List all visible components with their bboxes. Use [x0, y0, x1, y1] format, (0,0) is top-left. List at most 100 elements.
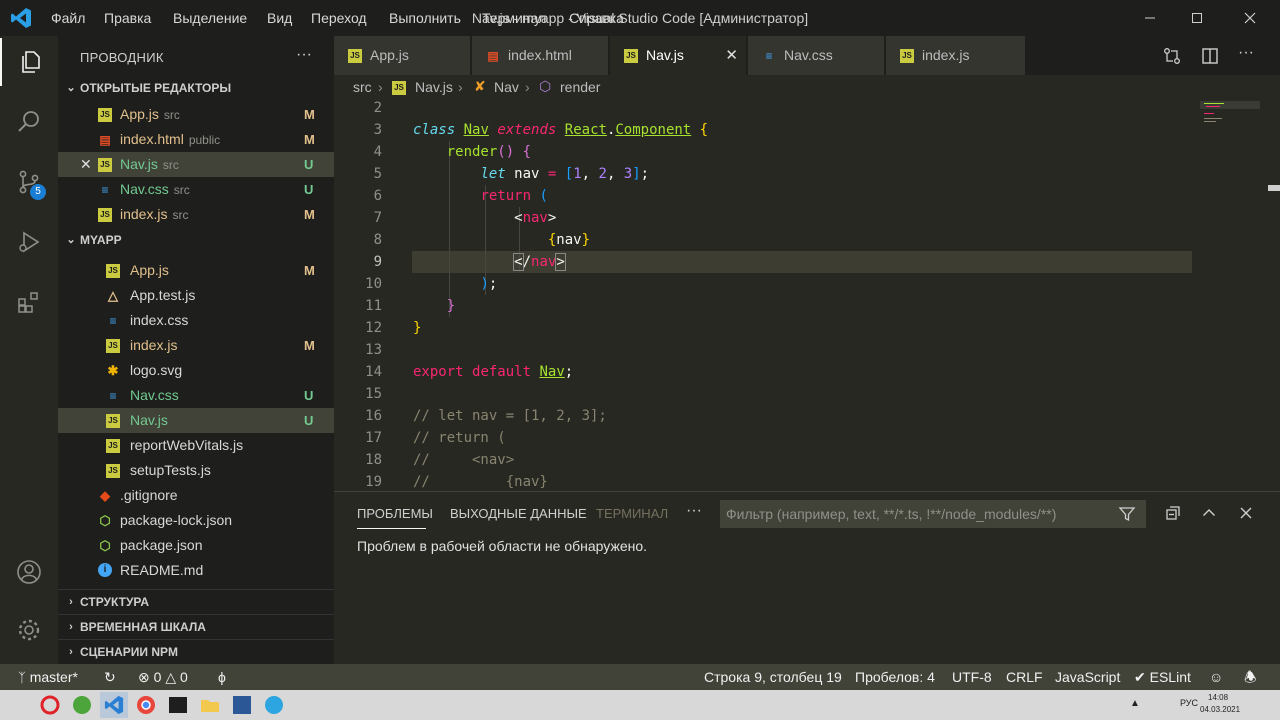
file-item[interactable]: JS index.js M — [58, 333, 334, 358]
maximize-panel-button[interactable] — [1200, 504, 1218, 522]
compare-changes-button[interactable] — [1162, 46, 1182, 66]
source-control-button[interactable]: 5 — [0, 158, 58, 206]
collapse-all-button[interactable] — [1164, 504, 1182, 522]
close-editor-icon[interactable]: ✕ — [80, 152, 92, 177]
manage-button[interactable] — [0, 606, 58, 654]
word-icon[interactable] — [228, 692, 256, 718]
chrome-icon[interactable] — [132, 692, 160, 718]
run-debug-button[interactable] — [0, 218, 58, 266]
tab-index-html[interactable]: ▤ index.html — [472, 36, 608, 75]
tab-label: App.js — [370, 47, 409, 63]
eslint-status[interactable]: ✔ ESLint — [1134, 664, 1191, 690]
notifications-icon[interactable]: 🕭 — [1244, 664, 1257, 690]
terminal-icon[interactable] — [164, 692, 192, 718]
language-status[interactable]: JavaScript — [1055, 664, 1120, 690]
menu-view[interactable]: Вид — [267, 0, 292, 36]
open-editor-item[interactable]: JS App.js src M — [58, 102, 334, 127]
timeline-header[interactable]: › ВРЕМЕННАЯ ШКАЛА — [58, 614, 334, 639]
sync-icon[interactable]: ↻ — [104, 664, 116, 690]
lightning-icon[interactable]: ϕ — [218, 664, 226, 690]
close-window-button[interactable] — [1227, 0, 1273, 36]
tab-index-js[interactable]: JS index.js — [886, 36, 1025, 75]
breadcrumb-method[interactable]: render — [560, 79, 600, 95]
menu-file[interactable]: Файл — [51, 0, 85, 36]
tab-nav-css[interactable]: ≡ Nav.css — [748, 36, 884, 75]
menu-go[interactable]: Переход — [311, 0, 367, 36]
tab-problems[interactable]: ПРОБЛЕМЫ — [357, 506, 433, 521]
tab-output[interactable]: ВЫХОДНЫЕ ДАННЫЕ — [450, 506, 587, 521]
close-tab-icon[interactable]: ✕ — [725, 36, 738, 75]
open-editor-dir: public — [188, 133, 221, 147]
utorrent-icon[interactable] — [68, 692, 96, 718]
editor-more-button[interactable]: ··· — [1238, 44, 1254, 62]
outline-header[interactable]: › СТРУКТУРА — [58, 589, 334, 614]
maximize-button[interactable] — [1174, 0, 1220, 36]
scrollbar-thumb[interactable] — [1268, 185, 1280, 191]
tab-nav-js[interactable]: JS Nav.js ✕ — [610, 36, 746, 75]
accounts-button[interactable] — [0, 548, 58, 596]
tab-app-js[interactable]: JS App.js — [334, 36, 470, 75]
open-editor-item[interactable]: ▤ index.html public M — [58, 127, 334, 152]
open-editor-item[interactable]: ✕ JS Nav.js src U — [58, 152, 334, 177]
menu-edit[interactable]: Правка — [104, 0, 151, 36]
file-item[interactable]: JS reportWebVitals.js — [58, 433, 334, 458]
open-editors-header[interactable]: ⌄ ОТКРЫТЫЕ РЕДАКТОРЫ — [58, 76, 334, 100]
tray-arrow-icon[interactable]: ▲ — [1130, 698, 1140, 709]
file-item[interactable]: JS setupTests.js — [58, 458, 334, 483]
project-header[interactable]: ⌄ MYAPP — [58, 228, 334, 252]
open-editor-item[interactable]: ≡ Nav.css src U — [58, 177, 334, 202]
minimap[interactable] — [1200, 101, 1260, 127]
file-item[interactable]: ✱ logo.svg — [58, 358, 334, 383]
clock-time[interactable]: 14:08 — [1208, 693, 1228, 702]
close-panel-button[interactable] — [1237, 504, 1255, 522]
tab-terminal[interactable]: ТЕРМИНАЛ — [596, 506, 668, 521]
breadcrumb-folder[interactable]: src — [353, 79, 372, 95]
search-button[interactable] — [0, 98, 58, 146]
menu-selection[interactable]: Выделение — [173, 0, 247, 36]
file-item[interactable]: JS Nav.js U — [58, 408, 334, 433]
js-icon: JS — [106, 339, 120, 353]
indentation-status[interactable]: Пробелов: 4 — [855, 664, 935, 690]
input-language[interactable]: РУС — [1180, 698, 1198, 708]
css-icon: ≡ — [109, 314, 117, 328]
panel-more-button[interactable]: ··· — [686, 502, 702, 520]
telegram-icon[interactable] — [260, 692, 288, 718]
line-number: 3 — [373, 122, 382, 138]
js-icon: JS — [98, 108, 112, 122]
open-editor-item[interactable]: JS index.js src M — [58, 202, 334, 227]
file-item[interactable]: ⬡ package-lock.json — [58, 508, 334, 533]
folder-icon[interactable] — [196, 692, 224, 718]
breadcrumb-file[interactable]: Nav.js — [415, 79, 453, 95]
file-item[interactable]: ≡ Nav.css U — [58, 383, 334, 408]
branch-status[interactable]: ᛉ master* — [18, 664, 78, 690]
npm-scripts-header[interactable]: › СЦЕНАРИИ NPM — [58, 639, 334, 664]
filter-icon[interactable] — [1118, 505, 1136, 523]
explorer-button[interactable] — [0, 38, 60, 86]
file-item[interactable]: i README.md — [58, 558, 334, 583]
file-item[interactable]: ◆ .gitignore — [58, 483, 334, 508]
opera-icon[interactable] — [36, 692, 64, 718]
vscode-taskbar-icon[interactable] — [100, 692, 128, 718]
explorer-more-button[interactable]: ··· — [296, 46, 312, 64]
feedback-icon[interactable]: ☺ — [1209, 664, 1223, 690]
file-item[interactable]: △ App.test.js — [58, 283, 334, 308]
clock-date[interactable]: 04.03.2021 — [1200, 705, 1240, 714]
npm-icon: ⬡ — [99, 513, 111, 528]
split-editor-button[interactable] — [1200, 46, 1220, 66]
eol-status[interactable]: CRLF — [1006, 664, 1043, 690]
code-editor[interactable]: 2 3 4 5 6 7 8 9 10 11 12 13 14 15 16 17 … — [334, 101, 1280, 491]
minimize-button[interactable] — [1127, 0, 1173, 36]
filter-input[interactable] — [720, 500, 1112, 528]
cursor-position[interactable]: Строка 9, столбец 19 — [704, 664, 842, 690]
file-item[interactable]: JS App.js M — [58, 258, 334, 283]
chevron-right-icon: › — [69, 646, 73, 658]
scm-badge: 5 — [30, 184, 46, 200]
breadcrumb-class[interactable]: Nav — [494, 79, 519, 95]
line-number: 15 — [365, 386, 382, 402]
extensions-button[interactable] — [0, 278, 58, 326]
encoding-status[interactable]: UTF-8 — [952, 664, 992, 690]
js-icon: JS — [106, 264, 120, 278]
file-item[interactable]: ⬡ package.json — [58, 533, 334, 558]
file-item[interactable]: ≡ index.css — [58, 308, 334, 333]
problems-status[interactable]: ⊗ 0 △ 0 — [138, 664, 188, 690]
